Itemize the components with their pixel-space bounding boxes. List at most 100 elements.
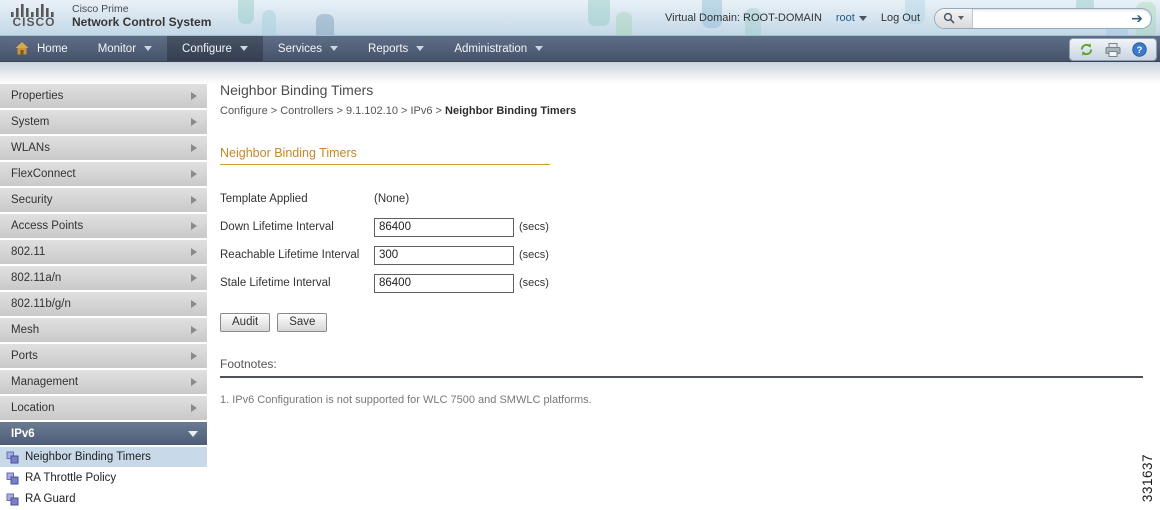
sidebar-item-label: 802.11b/g/n [11,298,71,310]
reachable-lifetime-row: Reachable Lifetime Interval (secs) [220,241,1145,269]
sidebar-item-flexconnect[interactable]: FlexConnect [0,162,207,186]
breadcrumb-current: Neighbor Binding Timers [445,105,577,117]
footnote-item: 1. IPv6 Configuration is not supported f… [220,394,592,406]
breadcrumb: Configure > Controllers > 9.1.102.10 > I… [220,105,1145,117]
cisco-wordmark: CISCO [12,15,56,29]
sidebar-item-wlans[interactable]: WLANs [0,136,207,160]
nav-item-monitor[interactable]: Monitor [83,36,167,61]
sidebar-item-properties[interactable]: Properties [0,84,207,108]
search-scope-button[interactable] [935,8,974,28]
sidebar-item-ports[interactable]: Ports [0,344,207,368]
chevron-right-icon [191,352,197,360]
sidebar-section-ipv6[interactable]: IPv6 [0,422,207,445]
sidebar-item-80211bgn[interactable]: 802.11b/g/n [0,292,207,316]
template-applied-value: (None) [374,193,410,205]
down-lifetime-label: Down Lifetime Interval [220,221,334,233]
policy-blocks-icon [6,493,19,505]
chevron-right-icon [191,118,197,126]
user-name: root [835,12,855,24]
figure-number: 331637 [1140,453,1155,502]
sidebar-subitem-neighbor-binding-timers[interactable]: Neighbor Binding Timers [0,447,207,467]
logout-link[interactable]: Log Out [881,12,920,24]
chevron-right-icon [191,274,197,282]
stale-lifetime-label: Stale Lifetime Interval [220,277,331,289]
nav-tools-panel: ? [1069,38,1157,61]
sidebar-item-label: Location [11,402,55,414]
sidebar-subitem-ra-throttle-policy[interactable]: RA Throttle Policy [0,468,207,488]
chevron-right-icon [191,222,197,230]
sidebar-item-80211an[interactable]: 802.11a/n [0,266,207,290]
sidebar-item-80211[interactable]: 802.11 [0,240,207,264]
help-icon[interactable]: ? [1132,42,1147,57]
footnotes-section: Footnotes: 1. IPv6 Configuration is not … [220,357,1145,406]
chevron-right-icon [191,378,197,386]
sidebar-item-label: Access Points [11,220,84,232]
nav-item-reports[interactable]: Reports [353,36,439,61]
chevron-down-icon [144,46,153,51]
search-box: ➔ [934,7,1152,29]
sidebar-section-label: IPv6 [11,427,35,440]
chevron-down-icon [958,16,965,20]
chevron-down-icon [858,15,867,21]
sidebar-subitem-label: Neighbor Binding Timers [25,451,151,463]
sidebar-item-mesh[interactable]: Mesh [0,318,207,342]
search-input[interactable] [973,8,1124,28]
subheader-strip [0,62,1160,84]
sidebar-item-label: Security [11,194,53,206]
chevron-right-icon [191,404,197,412]
sidebar-subitem-ra-guard[interactable]: RA Guard [0,489,207,509]
home-icon [15,42,29,55]
stale-lifetime-unit: (secs) [519,277,549,289]
sidebar-item-label: Management [11,376,79,388]
nav-item-services[interactable]: Services [263,36,353,61]
nav-item-label: Administration [454,42,528,55]
sidebar-item-system[interactable]: System [0,110,207,134]
print-icon[interactable] [1105,42,1121,57]
footnotes-title: Footnotes: [220,357,1143,378]
banner-decoration [616,12,632,35]
user-menu[interactable]: root [836,12,867,24]
chevron-right-icon [191,248,197,256]
nav-item-label: Home [37,42,68,55]
reachable-lifetime-label: Reachable Lifetime Interval [220,249,360,261]
sidebar-item-label: Mesh [11,324,40,336]
chevron-right-icon [191,300,197,308]
nav-item-configure[interactable]: Configure [167,36,263,61]
chevron-right-icon [191,196,197,204]
down-lifetime-unit: (secs) [519,221,549,233]
sidebar-item-label: FlexConnect [11,168,76,180]
sidebar-item-label: WLANs [11,142,50,154]
sidebar-item-label: Ports [11,350,38,362]
sidebar-item-label: 802.11 [11,246,46,258]
banner-decoration [316,14,334,35]
down-lifetime-row: Down Lifetime Interval (secs) [220,213,1145,241]
sidebar-item-label: Properties [11,90,64,102]
nav-item-administration[interactable]: Administration [439,36,558,61]
down-lifetime-input[interactable] [374,217,514,237]
sidebar-item-access-points[interactable]: Access Points [0,214,207,238]
reachable-lifetime-input[interactable] [374,245,514,265]
audit-button[interactable]: Audit [220,313,271,332]
breadcrumb-path: Configure > Controllers > 9.1.102.10 > I… [220,105,446,117]
stale-lifetime-input[interactable] [374,273,514,293]
stale-lifetime-row: Stale Lifetime Interval (secs) [220,269,1145,297]
chevron-down-icon [188,430,198,437]
sidebar-item-management[interactable]: Management [0,370,207,394]
cisco-logo: CISCO [8,4,60,28]
sidebar-item-security[interactable]: Security [0,188,207,212]
nav-item-home[interactable]: Home [0,36,83,61]
nav-item-label: Services [277,42,323,55]
section-title: Neighbor Binding Timers [220,146,550,165]
search-submit-arrow-icon[interactable]: ➔ [1123,10,1151,27]
sidebar-subitem-label: RA Guard [25,493,76,505]
sidebar-item-label: 802.11a/n [11,272,62,284]
sidebar-subitem-label: RA Throttle Policy [25,472,117,484]
chevron-down-icon [239,46,248,51]
template-applied-label: Template Applied [220,193,308,205]
sidebar-item-location[interactable]: Location [0,396,207,420]
reachable-lifetime-unit: (secs) [519,249,549,261]
template-applied-row: Template Applied (None) [220,185,1145,213]
refresh-icon[interactable] [1079,42,1094,57]
save-button[interactable]: Save [277,313,328,332]
chevron-right-icon [191,170,197,178]
